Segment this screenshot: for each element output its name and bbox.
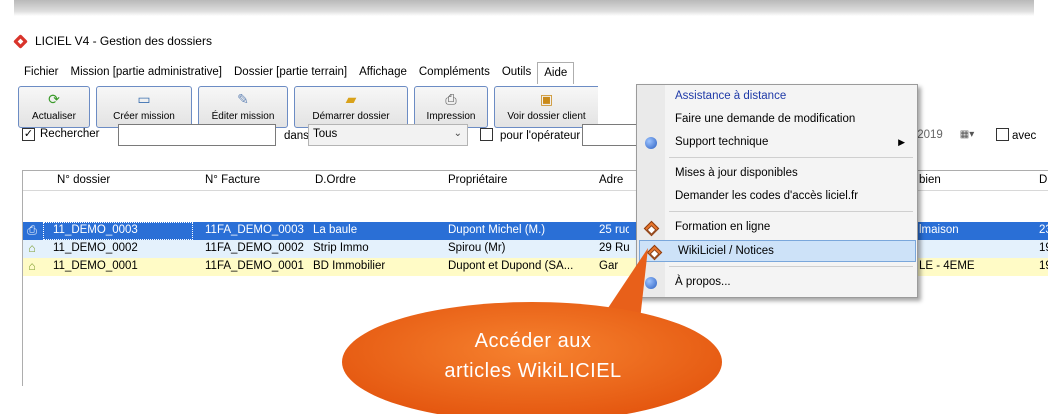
col-ordre[interactable]: D.Ordre [315, 174, 356, 186]
rechercher-checkbox[interactable]: ✓ [22, 128, 35, 141]
menu-item-formation[interactable]: Formation en ligne [637, 217, 917, 239]
creer-mission-button[interactable]: ▭ Créer mission [96, 86, 192, 128]
callout-line-1: Accéder aux [474, 330, 592, 352]
callout-text: Accéder aux articles WikiLICIEL [398, 326, 668, 386]
menu-item-support-technique[interactable]: Support technique ▶ [637, 132, 917, 154]
menu-separator [669, 157, 913, 158]
menu-separator [669, 266, 913, 267]
rechercher-label: Rechercher [40, 128, 100, 140]
house-icon: ⌂ [28, 241, 36, 255]
col-adresse[interactable]: Adre [599, 174, 623, 186]
refresh-icon: ⟳ [48, 91, 60, 107]
top-shadow [14, 0, 1034, 16]
menu-affichage[interactable]: Affichage [353, 62, 413, 82]
printer-icon: ⎙ [27, 223, 37, 237]
search-input[interactable] [118, 124, 276, 146]
scope-select-value: Tous [313, 128, 338, 140]
menu-item-demande-modification[interactable]: Faire une demande de modification [637, 109, 917, 131]
support-icon [643, 135, 659, 151]
menu-item-a-propos[interactable]: À propos... [637, 272, 917, 294]
menu-item-mises-a-jour[interactable]: Mises à jour disponibles [637, 163, 917, 185]
col-proprietaire[interactable]: Propriétaire [448, 174, 507, 186]
col-date[interactable]: D [1039, 174, 1047, 186]
scope-select[interactable]: Tous ⌄ [308, 124, 468, 146]
operateur-label: pour l'opérateur [500, 130, 581, 142]
menu-aide[interactable]: Aide [537, 62, 575, 84]
menu-outils[interactable]: Outils [496, 62, 537, 82]
impression-button[interactable]: ⎙ Impression [414, 86, 488, 128]
menu-item-assistance[interactable]: Assistance à distance [637, 86, 917, 108]
folder-icon: ▰ [345, 91, 357, 107]
new-document-icon: ▭ [137, 91, 151, 107]
edit-icon: ✎ [237, 91, 249, 107]
menu-separator [669, 211, 913, 212]
user-folder-icon: ▣ [539, 91, 554, 107]
voir-dossier-client-button[interactable]: ▣ Voir dossier client [494, 86, 598, 128]
liciel-logo-icon [13, 33, 28, 49]
menu-bar: Fichier Mission [partie administrative] … [18, 62, 575, 84]
aide-dropdown-menu: Assistance à distance Faire une demande … [636, 84, 918, 298]
window-title: LICIEL V4 - Gestion des dossiers [35, 34, 212, 48]
callout-line-2: articles WikiLICIEL [444, 360, 622, 382]
liciel-diamond-icon [646, 244, 663, 261]
menu-item-wikiliciel[interactable]: WikiLiciel / Notices [639, 240, 916, 262]
dans-label: dans [284, 130, 309, 142]
menu-complements[interactable]: Compléments [413, 62, 496, 82]
title-bar: LICIEL V4 - Gestion des dossiers [13, 32, 212, 50]
menu-dossier[interactable]: Dossier [partie terrain] [228, 62, 353, 82]
demarrer-dossier-button[interactable]: ▰ Démarrer dossier [294, 86, 408, 128]
liciel-diamond-icon [643, 220, 660, 237]
toolbar: ⟳ Actualiser ▭ Créer mission ✎ Éditer mi… [18, 86, 598, 128]
col-facture[interactable]: N° Facture [205, 174, 260, 186]
calendar-icon[interactable]: ▦▾ [954, 124, 980, 146]
actualiser-button[interactable]: ⟳ Actualiser [18, 86, 90, 128]
printer-icon: ⎙ [445, 91, 457, 107]
house-icon: ⌂ [28, 259, 36, 273]
col-dossier[interactable]: N° dossier [57, 174, 110, 186]
editer-mission-button[interactable]: ✎ Éditer mission [198, 86, 288, 128]
avec-checkbox[interactable] [996, 128, 1009, 141]
menu-mission[interactable]: Mission [partie administrative] [65, 62, 228, 82]
chevron-down-icon: ⌄ [453, 128, 462, 139]
menu-item-codes-acces[interactable]: Demander les codes d'accès liciel.fr [637, 186, 917, 208]
avec-label: avec [1012, 130, 1037, 142]
operateur-checkbox[interactable] [480, 128, 493, 141]
date-field[interactable]: /2019 [914, 129, 943, 141]
submenu-arrow-icon: ▶ [898, 137, 905, 147]
col-bien[interactable]: bien [919, 174, 941, 186]
info-icon [643, 275, 659, 291]
menu-fichier[interactable]: Fichier [18, 62, 65, 82]
